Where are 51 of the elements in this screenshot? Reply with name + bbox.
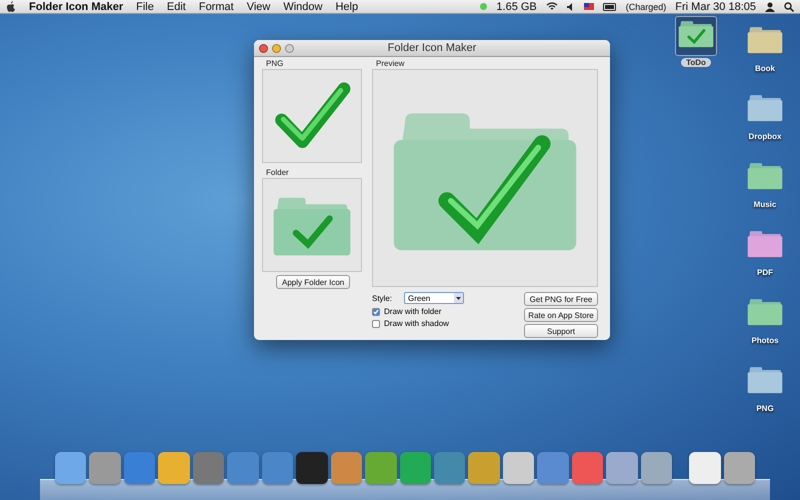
app-icon[interactable] bbox=[724, 452, 756, 484]
wifi-icon[interactable] bbox=[546, 2, 558, 11]
app-menu[interactable]: Folder Icon Maker bbox=[29, 0, 124, 12]
search-icon[interactable] bbox=[784, 2, 794, 12]
battery-status: (Charged) bbox=[626, 2, 666, 12]
checkbox[interactable] bbox=[372, 320, 380, 328]
section-label: Folder bbox=[266, 168, 290, 177]
speaker-icon[interactable] bbox=[566, 2, 575, 10]
checkbox-label: Draw with shadow bbox=[384, 319, 449, 328]
status-dot-icon bbox=[480, 3, 488, 10]
memory-reading[interactable]: 1.65 GB bbox=[496, 0, 537, 12]
section-label: Preview bbox=[376, 59, 406, 68]
style-dropdown[interactable]: Green bbox=[404, 292, 464, 304]
clock[interactable]: Fri Mar 30 18:05 bbox=[675, 0, 756, 12]
folder-label: Book bbox=[754, 64, 776, 73]
apple-icon bbox=[6, 1, 16, 12]
menu-item[interactable]: Help bbox=[335, 0, 358, 12]
folder-label: Music bbox=[752, 200, 778, 209]
app-icon[interactable] bbox=[502, 452, 534, 484]
apply-folder-icon-button[interactable]: Apply Folder Icon bbox=[276, 275, 350, 289]
menu-item[interactable]: Format bbox=[198, 0, 234, 12]
user-icon[interactable] bbox=[765, 2, 775, 12]
style-label: Style: bbox=[372, 294, 392, 302]
folder-label: Photos bbox=[750, 336, 780, 345]
app-icon[interactable] bbox=[572, 452, 604, 484]
app-icon[interactable] bbox=[640, 452, 672, 484]
folder-label: ToDo bbox=[681, 58, 711, 67]
menu-item[interactable]: View bbox=[246, 0, 270, 12]
minimize-button[interactable] bbox=[272, 44, 281, 52]
folder-label: PDF bbox=[756, 268, 774, 277]
menu-item[interactable]: Edit bbox=[166, 0, 186, 12]
window-title: Folder Icon Maker bbox=[388, 42, 476, 54]
action-button[interactable]: Get PNG for Free bbox=[524, 292, 598, 306]
flag-icon[interactable] bbox=[584, 3, 594, 10]
zoom-button[interactable] bbox=[285, 44, 294, 52]
desktop-folder[interactable] bbox=[675, 16, 717, 56]
menu-item[interactable]: Window bbox=[283, 0, 322, 12]
checkbox[interactable] bbox=[372, 308, 380, 316]
battery-icon[interactable] bbox=[602, 2, 617, 10]
section-label: PNG bbox=[266, 59, 284, 68]
action-button[interactable]: Support bbox=[524, 324, 598, 338]
close-button[interactable] bbox=[259, 44, 268, 52]
app-icon[interactable] bbox=[689, 452, 721, 484]
app-icon[interactable] bbox=[330, 452, 362, 484]
app-icon[interactable] bbox=[296, 452, 328, 484]
action-button[interactable]: Rate on App Store bbox=[524, 308, 598, 322]
checkbox-label: Draw with folder bbox=[384, 307, 442, 316]
folder-label: Dropbox bbox=[748, 132, 782, 141]
menu-item[interactable]: File bbox=[136, 0, 154, 12]
app-icon[interactable] bbox=[55, 452, 86, 484]
folder-label: PNG bbox=[755, 404, 775, 413]
